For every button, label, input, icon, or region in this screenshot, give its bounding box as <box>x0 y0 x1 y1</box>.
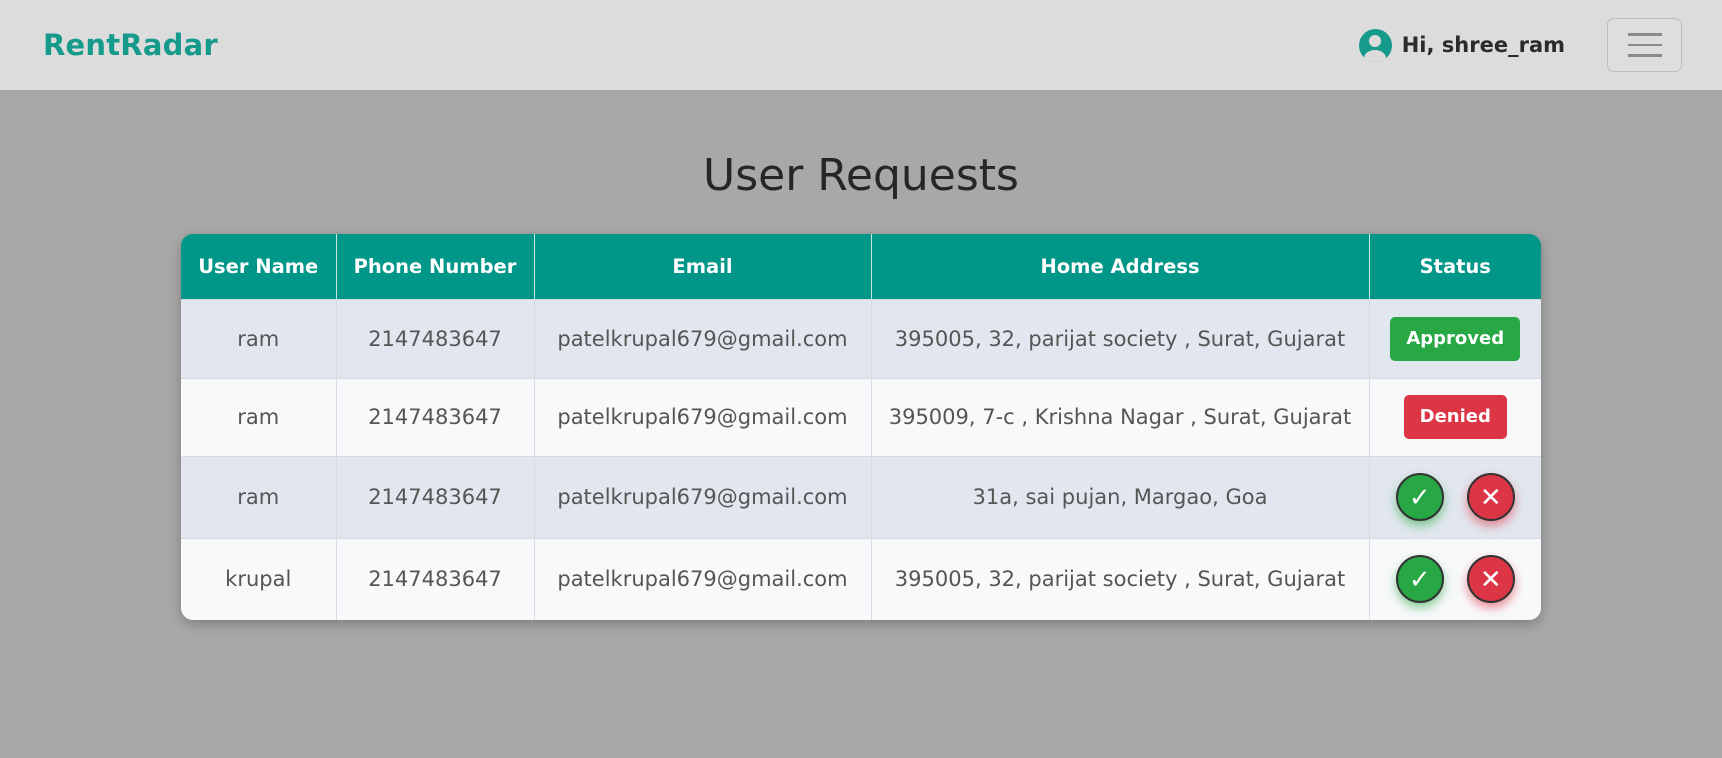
cell-email: patelkrupal679@gmail.com <box>534 455 872 538</box>
cell-status: Approved <box>1369 298 1541 378</box>
close-icon: ✕ <box>1479 564 1502 595</box>
reject-button[interactable]: ✕ <box>1466 473 1515 521</box>
cell-email: patelkrupal679@gmail.com <box>534 537 872 620</box>
table-row: ram 2147483647 patelkrupal679@gmail.com … <box>181 455 1542 538</box>
cell-status: Denied <box>1369 377 1541 456</box>
navbar: RentRadar Hi, shree_ram <box>0 0 1722 90</box>
cell-address: 395005, 32, parijat society , Surat, Guj… <box>871 537 1370 620</box>
cell-phone: 2147483647 <box>336 298 535 378</box>
navbar-right: Hi, shree_ram <box>1358 18 1682 72</box>
hamburger-icon <box>1627 33 1662 36</box>
header-email: Email <box>534 234 872 299</box>
cell-user-name: ram <box>181 298 337 378</box>
close-icon: ✕ <box>1479 482 1502 512</box>
requests-table-container: User Name Phone Number Email Home Addres… <box>181 234 1541 620</box>
table-row: krupal 2147483647 patelkrupal679@gmail.c… <box>181 537 1542 620</box>
cell-email: patelkrupal679@gmail.com <box>534 298 872 378</box>
cell-address: 395005, 32, parijat society , Surat, Guj… <box>871 298 1370 378</box>
table-row: ram 2147483647 patelkrupal679@gmail.com … <box>181 377 1541 456</box>
menu-toggle-button[interactable] <box>1607 18 1682 72</box>
cell-phone: 2147483647 <box>336 455 535 538</box>
header-home-address: Home Address <box>871 234 1370 299</box>
status-badge-denied: Denied <box>1403 395 1507 439</box>
brand-logo[interactable]: RentRadar <box>43 28 218 62</box>
cell-phone: 2147483647 <box>336 537 535 620</box>
cell-email: patelkrupal679@gmail.com <box>534 377 872 456</box>
cell-address: 395009, 7-c , Krishna Nagar , Surat, Guj… <box>871 377 1370 456</box>
hamburger-icon <box>1627 54 1662 57</box>
header-user-name: User Name <box>181 234 337 299</box>
hamburger-icon <box>1627 43 1662 47</box>
header-phone-number: Phone Number <box>336 234 535 299</box>
cell-phone: 2147483647 <box>336 377 535 456</box>
header-status: Status <box>1369 234 1541 299</box>
table-row: ram 2147483647 patelkrupal679@gmail.com … <box>181 298 1541 378</box>
user-greeting[interactable]: Hi, shree_ram <box>1358 28 1565 62</box>
action-group: ✓ ✕ <box>1370 473 1542 521</box>
cell-user-name: ram <box>181 377 337 456</box>
requests-table: User Name Phone Number Email Home Addres… <box>181 234 1541 620</box>
cell-user-name: ram <box>181 455 337 538</box>
reject-button[interactable]: ✕ <box>1466 555 1515 604</box>
page-title: User Requests <box>703 150 1019 201</box>
cell-status-actions: ✓ ✕ <box>1369 537 1542 620</box>
cell-status-actions: ✓ ✕ <box>1369 455 1542 538</box>
status-badge-approved: Approved <box>1390 316 1521 361</box>
user-circle-icon <box>1358 28 1392 62</box>
table-header-row: User Name Phone Number Email Home Addres… <box>181 234 1541 299</box>
action-group: ✓ ✕ <box>1370 555 1542 604</box>
cell-user-name: krupal <box>181 537 337 620</box>
check-icon: ✓ <box>1408 482 1431 512</box>
check-icon: ✓ <box>1408 564 1431 595</box>
greeting-text: Hi, shree_ram <box>1401 33 1565 57</box>
accept-button[interactable]: ✓ <box>1395 555 1444 604</box>
accept-button[interactable]: ✓ <box>1395 473 1444 521</box>
cell-address: 31a, sai pujan, Margao, Goa <box>871 455 1370 538</box>
